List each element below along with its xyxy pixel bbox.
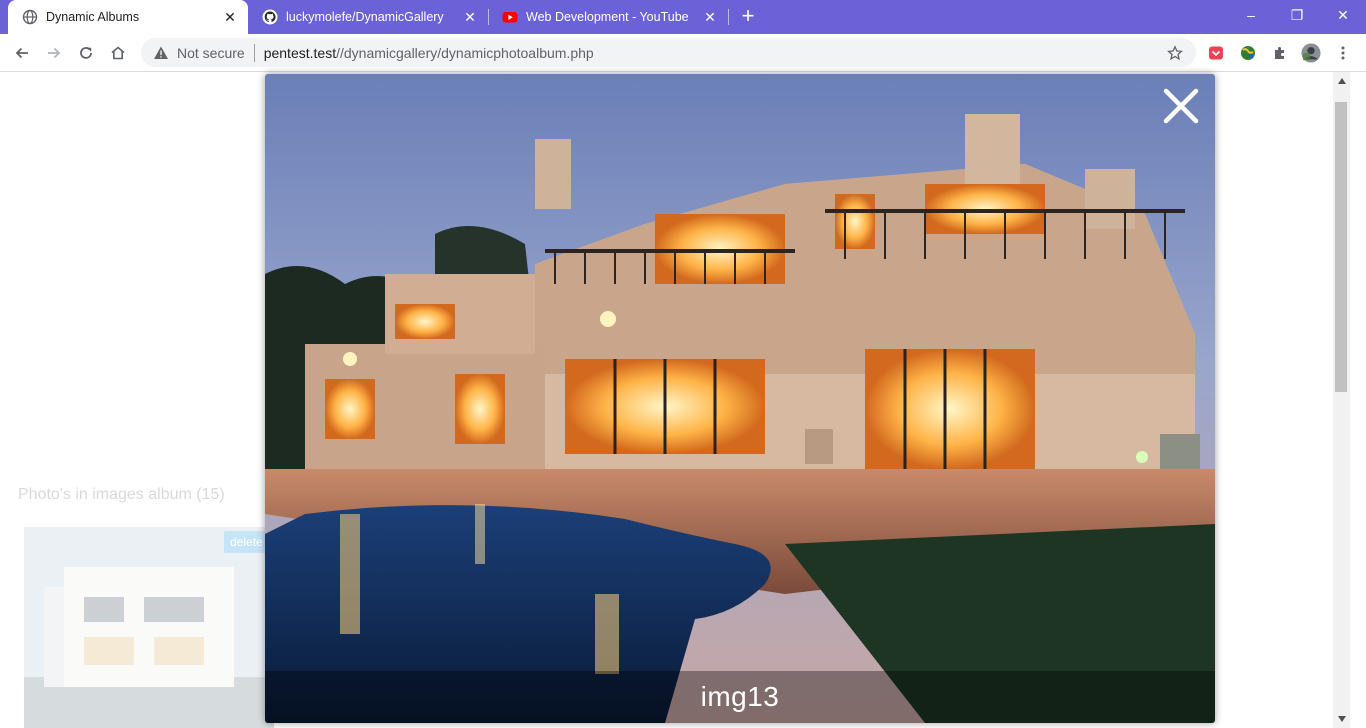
album-heading: Photo's in images album (15) [18, 486, 225, 503]
browser-menu-icon[interactable] [1333, 43, 1353, 63]
extensions-puzzle-icon[interactable] [1270, 43, 1290, 63]
album-thumbnail[interactable]: delete [24, 527, 274, 728]
tab-strip: Dynamic Albums ✕ luckymolefe/DynamicGall… [0, 0, 1366, 34]
scroll-up-arrow-icon[interactable] [1333, 74, 1350, 88]
url-host: pentest.test [263, 44, 337, 61]
youtube-icon [502, 9, 518, 25]
forward-arrow-icon [48, 47, 61, 59]
globe-extension-icon[interactable] [1238, 43, 1258, 63]
minimize-button[interactable]: – [1228, 0, 1274, 30]
github-icon [262, 9, 278, 25]
tab-github[interactable]: luckymolefe/DynamicGallery ✕ [248, 0, 488, 34]
back-button[interactable] [8, 39, 36, 67]
window-close-button[interactable]: ✕ [1320, 0, 1366, 30]
bookmark-star-icon[interactable] [1166, 44, 1184, 62]
profile-avatar[interactable] [1301, 43, 1321, 63]
close-icon [1163, 88, 1199, 124]
omnibox-divider [253, 43, 255, 62]
new-tab-button[interactable]: + [736, 5, 760, 29]
lightbox-close-button[interactable] [1161, 86, 1201, 126]
page-scrollbar[interactable] [1333, 72, 1350, 728]
tab-close-icon[interactable]: ✕ [462, 9, 478, 25]
tab-close-icon[interactable]: ✕ [222, 9, 238, 25]
tab-dynamic-albums[interactable]: Dynamic Albums ✕ [8, 0, 248, 34]
restore-button[interactable]: ❐ [1274, 0, 1320, 30]
lightbox-modal: img13 [265, 74, 1215, 723]
url-path: //dynamicgallery/dynamicphotoalbum.php [336, 44, 594, 61]
tab-title: Web Development - YouTube [526, 10, 689, 24]
tab-close-icon[interactable]: ✕ [702, 9, 718, 25]
thumbnail-image [24, 527, 274, 728]
not-secure-label[interactable]: Not secure [177, 45, 245, 61]
address-bar[interactable]: Not secure pentest.test//dynamicgallery/… [141, 38, 1196, 67]
home-button[interactable] [104, 39, 132, 67]
warning-icon [154, 46, 168, 59]
tab-separator [728, 9, 729, 25]
reload-icon [80, 47, 92, 59]
back-arrow-icon [15, 47, 28, 59]
lightbox-image [265, 74, 1215, 723]
delete-button[interactable]: delete [224, 531, 269, 553]
url-text[interactable]: pentest.test//dynamicgallery/dynamicphot… [264, 45, 594, 61]
scroll-thumb[interactable] [1335, 102, 1347, 392]
tab-title: luckymolefe/DynamicGallery [286, 10, 444, 24]
globe-icon [22, 9, 38, 25]
tab-title: Dynamic Albums [46, 10, 140, 24]
tab-youtube[interactable]: Web Development - YouTube ✕ [488, 0, 728, 34]
forward-button[interactable] [40, 39, 68, 67]
image-caption: img13 [700, 681, 780, 712]
scroll-down-arrow-icon[interactable] [1333, 712, 1350, 726]
browser-toolbar: Not secure pentest.test//dynamicgallery/… [0, 34, 1366, 72]
home-icon [111, 46, 125, 60]
pocket-extension-icon[interactable] [1206, 43, 1226, 63]
reload-button[interactable] [72, 39, 100, 67]
